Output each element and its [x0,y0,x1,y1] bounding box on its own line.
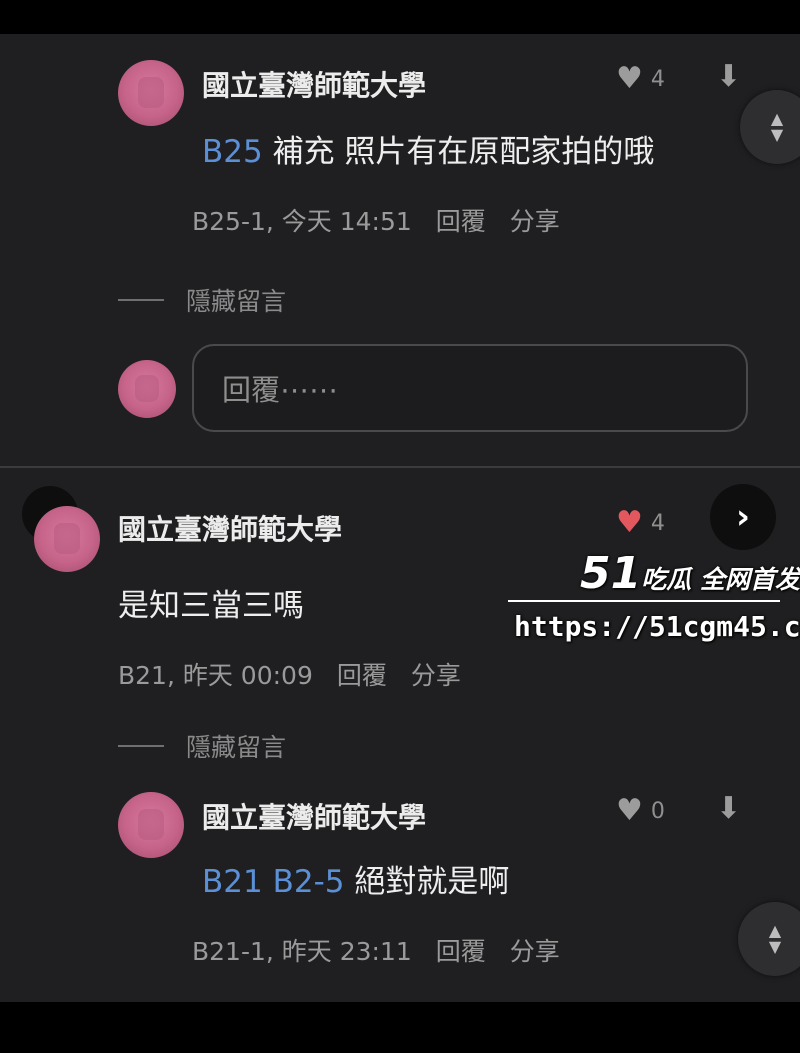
watermark-logo: 51吃瓜 全网首发 [580,548,800,599]
reply-content: B21 B2-5 絕對就是啊 [202,856,509,901]
like-control[interactable]: ♥ 0 [616,796,665,826]
share-link[interactable]: 分享 [510,937,560,966]
avatar[interactable] [118,60,184,126]
share-link[interactable]: 分享 [411,661,461,690]
heart-icon[interactable]: ♥ [616,796,643,826]
author-name[interactable]: 國立臺灣師範大學 [202,796,426,836]
divider-dash [118,745,164,747]
scroll-arrows-icon[interactable]: ▲ ▼ [740,90,800,164]
floor-mention[interactable]: B25 [202,134,263,170]
downvote-icon[interactable]: ⬇ [716,794,741,824]
current-user-avatar [118,360,176,418]
like-count: 4 [650,510,665,536]
next-button[interactable]: › [710,484,776,550]
floor-timestamp: B25-1, 今天 14:51 [192,207,412,236]
reply-link[interactable]: 回覆 [337,661,387,690]
author-name[interactable]: 國立臺灣師範大學 [118,508,342,548]
floor-mention[interactable]: B2-5 [273,864,345,900]
downvote-icon[interactable]: ⬇ [716,62,741,92]
scroll-arrows-icon[interactable]: ▲ ▼ [738,902,800,976]
reply-link[interactable]: 回覆 [436,207,486,236]
chevron-right-icon: › [735,497,750,537]
avatar[interactable] [34,506,100,572]
floor-mention[interactable]: B21 [202,864,263,900]
like-count: 4 [650,66,665,92]
hide-comments-toggle[interactable]: 隱藏留言 [118,282,286,318]
watermark-divider [508,600,780,602]
comment-meta: B21, 昨天 00:09 回覆 分享 [118,656,485,692]
like-control[interactable]: ♥ 4 [616,508,665,538]
reply-text: 補充 照片有在原配家拍的哦 [272,134,655,170]
share-link[interactable]: 分享 [510,207,560,236]
reply-meta: B25-1, 今天 14:51 回覆 分享 [192,202,584,238]
author-name[interactable]: 國立臺灣師範大學 [202,64,426,104]
divider-dash [118,299,164,301]
reply-meta: B21-1, 昨天 23:11 回覆 分享 [192,932,584,968]
reply-text: 絕對就是啊 [354,864,510,900]
reply-input[interactable]: 回覆⋯⋯ [192,344,748,432]
floor-timestamp: B21, 昨天 00:09 [118,661,313,690]
like-count: 0 [650,798,665,824]
hide-label: 隱藏留言 [186,287,287,316]
reply-content: B25 補充 照片有在原配家拍的哦 [202,126,654,171]
section-divider [0,466,800,468]
floor-timestamp: B21-1, 昨天 23:11 [192,937,412,966]
like-control[interactable]: ♥ 4 [616,64,665,94]
heart-icon[interactable]: ♥ [616,64,643,94]
watermark-url: https://51cgm45.com [514,610,800,643]
hide-label: 隱藏留言 [186,733,287,762]
comment-thread-panel: 國立臺灣師範大學 ♥ 4 ⬇ B25 補充 照片有在原配家拍的哦 B25-1, … [0,34,800,1002]
heart-icon[interactable]: ♥ [616,508,643,538]
avatar[interactable] [118,792,184,858]
hide-comments-toggle[interactable]: 隱藏留言 [118,728,286,764]
reply-placeholder: 回覆⋯⋯ [222,373,339,407]
comment-text: 是知三當三嗎 [118,588,304,624]
reply-link[interactable]: 回覆 [436,937,486,966]
